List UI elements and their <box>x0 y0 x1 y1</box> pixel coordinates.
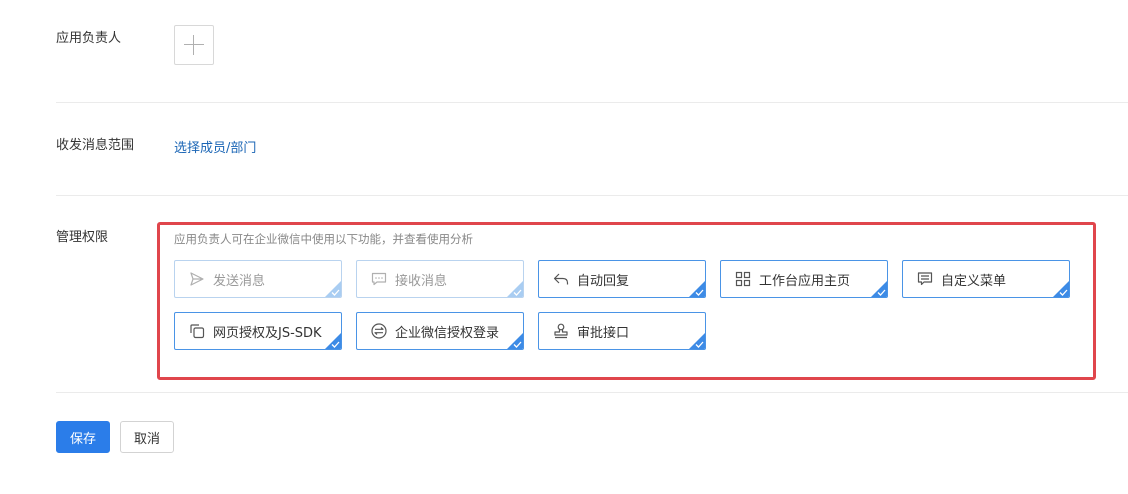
permission-web-auth-jssdk[interactable]: 网页授权及JS-SDK <box>174 312 342 350</box>
menu-icon <box>915 269 935 289</box>
check-icon <box>513 341 522 348</box>
permission-custom-menu[interactable]: 自定义菜单 <box>902 260 1070 298</box>
grid-icon <box>733 269 753 289</box>
check-icon <box>513 289 522 296</box>
check-icon <box>877 289 886 296</box>
permission-auto-reply[interactable]: 自动回复 <box>538 260 706 298</box>
permission-label: 审批接口 <box>577 325 630 341</box>
divider <box>56 195 1128 196</box>
permission-label: 企业微信授权登录 <box>395 325 500 341</box>
permission-label: 自动回复 <box>577 273 630 289</box>
permission-label: 接收消息 <box>395 273 448 289</box>
permissions-label: 管理权限 <box>56 230 109 245</box>
add-owner-button[interactable] <box>174 25 214 65</box>
owner-label: 应用负责人 <box>56 31 122 46</box>
swap-icon <box>369 321 389 341</box>
permission-label: 工作台应用主页 <box>759 273 851 289</box>
copy-icon <box>187 321 207 341</box>
check-icon <box>695 289 704 296</box>
check-icon <box>331 289 340 296</box>
cancel-button[interactable]: 取消 <box>120 421 174 453</box>
reply-icon <box>551 269 571 289</box>
permission-label: 网页授权及JS-SDK <box>213 325 322 341</box>
permission-wecom-login[interactable]: 企业微信授权登录 <box>356 312 524 350</box>
check-icon <box>1059 289 1068 296</box>
message-range-label: 收发消息范围 <box>56 138 135 153</box>
chat-bubble-icon <box>369 269 389 289</box>
permission-workbench-home[interactable]: 工作台应用主页 <box>720 260 888 298</box>
save-button[interactable]: 保存 <box>56 421 110 453</box>
stamp-icon <box>551 321 571 341</box>
check-icon <box>695 341 704 348</box>
permission-approval-api[interactable]: 审批接口 <box>538 312 706 350</box>
divider <box>56 102 1128 103</box>
send-icon <box>187 269 207 289</box>
permission-send-message[interactable]: 发送消息 <box>174 260 342 298</box>
permissions-hint: 应用负责人可在企业微信中使用以下功能，并查看使用分析 <box>174 232 473 246</box>
check-icon <box>331 341 340 348</box>
permission-receive-message[interactable]: 接收消息 <box>356 260 524 298</box>
divider <box>56 392 1128 393</box>
permission-label: 自定义菜单 <box>941 273 1007 289</box>
select-members-link[interactable]: 选择成员/部门 <box>174 137 256 156</box>
permission-label: 发送消息 <box>213 273 266 289</box>
